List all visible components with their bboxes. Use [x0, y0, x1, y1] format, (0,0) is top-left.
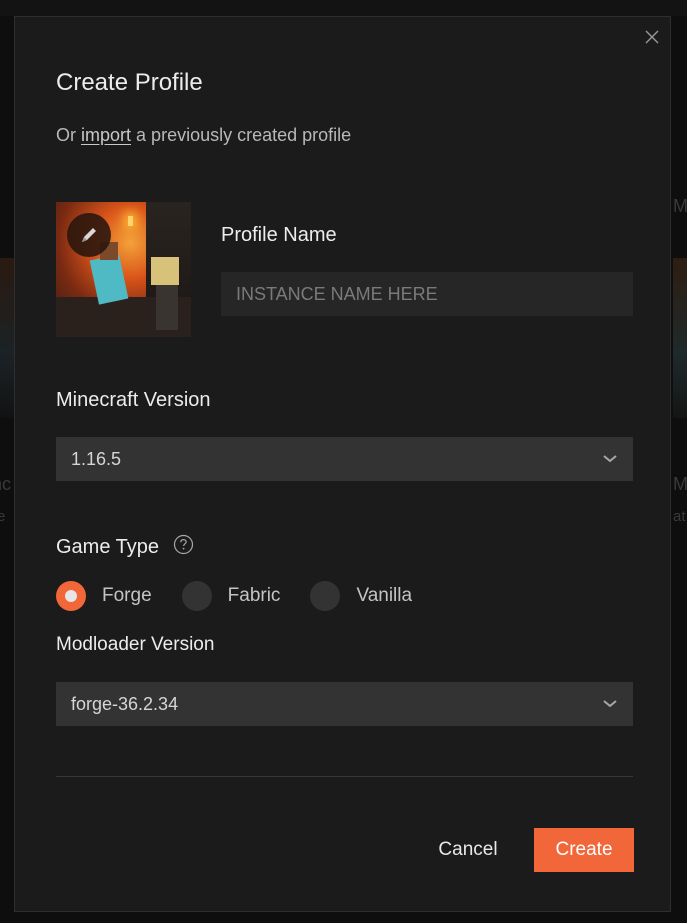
- background-text: M: [673, 474, 687, 494]
- chevron-down-icon: [603, 700, 617, 708]
- minecraft-version-label: Minecraft Version: [56, 389, 211, 411]
- art-mob-body: [156, 285, 178, 330]
- background-text: re: [0, 508, 6, 525]
- modloader-version-label: Modloader Version: [56, 634, 215, 655]
- background-card-thumbnail: [673, 258, 687, 418]
- radio-vanilla[interactable]: Vanilla: [310, 581, 412, 611]
- radio-label: Forge: [102, 585, 152, 606]
- background-text: Mo: [673, 196, 687, 216]
- create-profile-dialog: Create Profile Or import a previously cr…: [14, 16, 671, 912]
- close-icon: [645, 30, 659, 44]
- dialog-subtitle: Or import a previously created profile: [56, 125, 351, 146]
- game-type-text: Game Type: [56, 535, 160, 558]
- profile-name-input[interactable]: [221, 272, 633, 316]
- question-circle-icon: [173, 534, 193, 555]
- create-button[interactable]: Create: [534, 828, 634, 872]
- background-text: at: [673, 508, 686, 525]
- background-card-thumbnail: [0, 258, 14, 418]
- profile-name-label: Profile Name: [221, 224, 337, 246]
- radio-forge[interactable]: Forge: [56, 581, 152, 611]
- radio-indicator: [56, 581, 86, 611]
- minecraft-version-select[interactable]: 1.16.5: [56, 437, 633, 481]
- radio-indicator: [181, 581, 212, 611]
- art-torch: [128, 216, 133, 226]
- import-link[interactable]: import: [81, 125, 131, 145]
- radio-indicator: [310, 581, 341, 611]
- profile-image[interactable]: [56, 202, 191, 337]
- modloader-version-value: forge-36.2.34: [71, 693, 179, 714]
- dialog-title: Create Profile: [56, 69, 203, 96]
- art-mob-head: [151, 257, 179, 285]
- radio-label: Vanilla: [356, 585, 413, 606]
- modloader-version-select[interactable]: forge-36.2.34: [56, 682, 633, 726]
- footer-divider: [56, 776, 633, 777]
- background-header: [0, 0, 687, 16]
- cancel-button[interactable]: Cancel: [425, 828, 511, 872]
- radio-label: Fabric: [227, 585, 281, 606]
- subtitle-prefix: Or: [56, 125, 76, 145]
- game-type-label: Game Type: [56, 534, 194, 561]
- subtitle-suffix: a previously created profile: [136, 125, 352, 145]
- background-text: nc: [0, 474, 12, 494]
- edit-image-button[interactable]: [67, 213, 111, 257]
- chevron-down-icon: [603, 455, 617, 463]
- minecraft-version-value: 1.16.5: [71, 448, 122, 469]
- radio-fabric[interactable]: Fabric: [181, 581, 281, 611]
- game-type-radio-group: Forge Fabric Vanilla: [56, 581, 442, 611]
- game-type-help[interactable]: [173, 534, 194, 561]
- close-button[interactable]: [643, 28, 661, 46]
- pencil-icon: [82, 228, 96, 242]
